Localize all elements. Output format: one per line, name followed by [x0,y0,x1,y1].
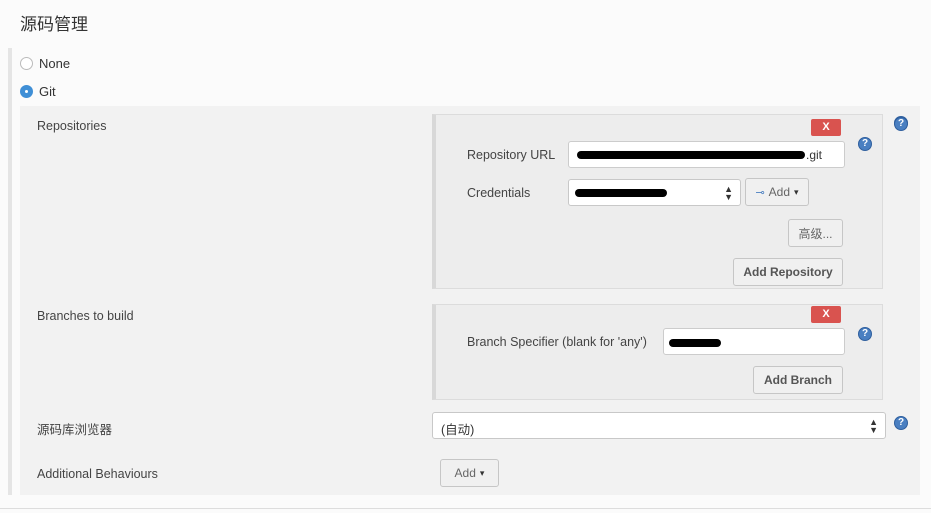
branches-label: Branches to build [37,309,134,323]
redacted-credential [575,189,667,197]
credentials-select[interactable]: ▲ ▼ [568,179,741,206]
help-icon[interactable]: ? [894,416,908,430]
chevron-down-icon: ▾ [479,467,485,478]
credentials-label: Credentials [467,186,531,200]
help-icon[interactable]: ? [858,327,872,341]
repo-browser-value: (自动) [441,423,475,437]
advanced-button[interactable]: 高级... [788,219,843,247]
chevron-down-icon: ▾ [794,186,799,197]
scm-option-none-label: None [39,56,71,71]
scm-option-git[interactable]: Git [20,84,56,99]
add-behaviour-label: Add [454,466,476,480]
scm-option-git-label: Git [39,84,56,99]
bottom-divider [0,508,931,509]
git-settings-panel: Repositories X Repository URL .git Crede… [20,106,920,495]
help-icon[interactable]: ? [858,137,872,151]
redacted-url [577,151,805,159]
section-left-bar [8,48,12,495]
repositories-label: Repositories [37,119,107,133]
delete-repository-button[interactable]: X [811,119,841,136]
help-icon[interactable]: ? [894,117,908,131]
section-title: 源码管理 [20,15,88,35]
branch-block: X Branch Specifier (blank for 'any') Add… [432,304,883,400]
branch-specifier-input[interactable] [663,328,845,355]
repository-block: X Repository URL .git Credentials ▲ ▼ ⊸ A… [432,114,883,289]
add-credentials-label: Add [768,185,791,199]
jenkins-scm-config: 源码管理 None Git Repositories X Repository … [0,0,931,513]
repository-url-label: Repository URL [467,148,556,162]
add-repository-button[interactable]: Add Repository [733,258,843,286]
add-branch-button[interactable]: Add Branch [753,366,843,394]
additional-behaviours-label: Additional Behaviours [37,467,158,481]
radio-none[interactable] [20,57,33,70]
repo-browser-label: 源码库浏览器 [37,423,113,437]
add-credentials-button[interactable]: ⊸ Add ▾ [745,178,809,206]
repo-browser-select[interactable]: (自动) ▲ ▼ [432,412,886,439]
branch-specifier-label: Branch Specifier (blank for 'any') [467,335,647,349]
scm-option-none[interactable]: None [20,56,70,71]
repository-url-suffix: .git [806,148,823,162]
delete-branch-button[interactable]: X [811,306,841,323]
radio-git[interactable] [20,85,33,98]
key-icon: ⊸ [755,186,765,199]
select-arrows-icon: ▲ ▼ [869,417,878,435]
redacted-branch [669,339,721,347]
select-arrows-icon: ▲ ▼ [724,184,733,202]
add-behaviour-button[interactable]: Add ▾ [440,459,499,487]
repository-url-input[interactable]: .git [568,141,845,168]
